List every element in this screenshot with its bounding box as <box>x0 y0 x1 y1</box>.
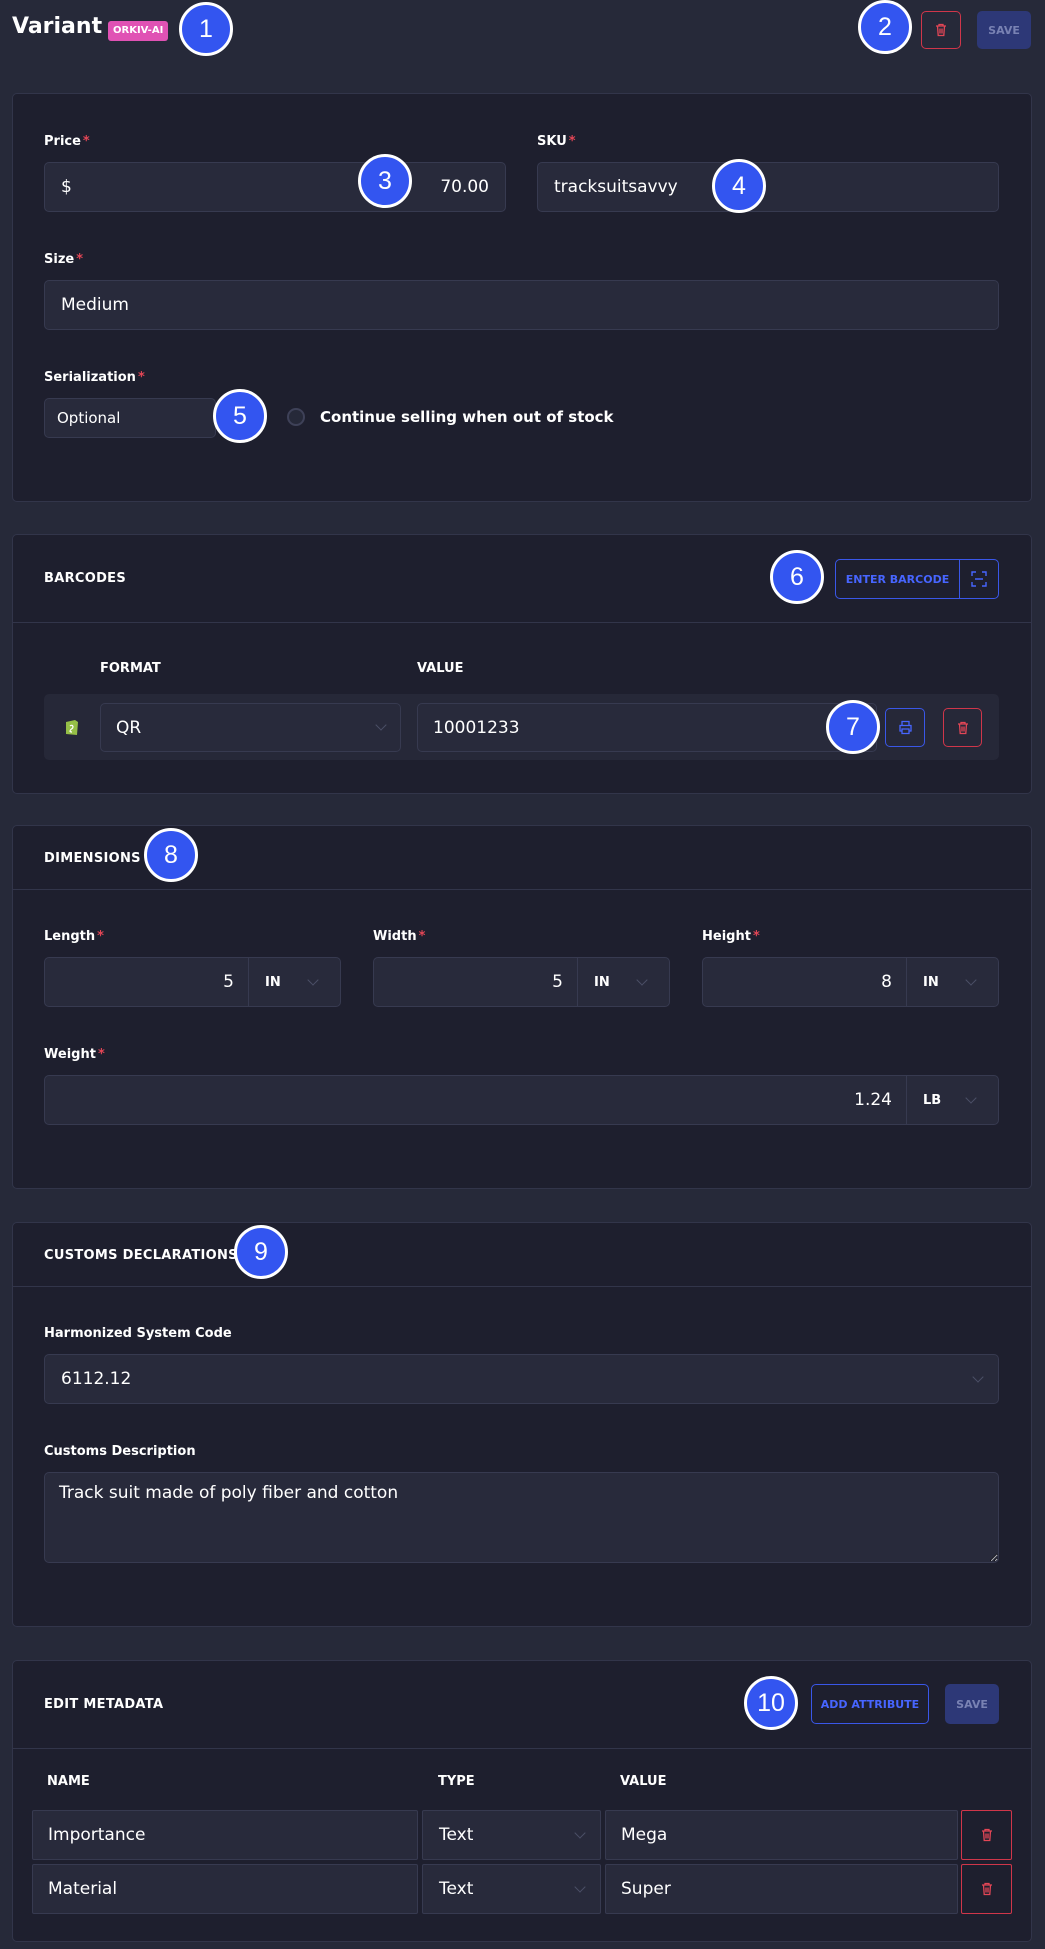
metadata-type-select[interactable]: Text <box>422 1810 601 1860</box>
serialization-label: Serialization * <box>44 370 145 385</box>
height-input[interactable]: 8 IN <box>702 957 999 1007</box>
metadata-title: EDIT METADATA <box>44 1697 164 1712</box>
chevron-down-icon <box>375 719 387 731</box>
metadata-type-header: TYPE <box>438 1774 475 1789</box>
length-label: Length * <box>44 929 104 944</box>
customs-description-textarea[interactable]: Track suit made of poly fiber and cotton <box>44 1472 999 1563</box>
print-barcode-button[interactable] <box>885 708 925 747</box>
serialization-select[interactable]: Optional <box>44 398 216 438</box>
weight-input[interactable]: 1.24 LB <box>44 1075 999 1125</box>
continue-selling-toggle[interactable] <box>287 408 305 426</box>
chevron-down-icon <box>574 1826 586 1839</box>
price-label: Price * <box>44 134 90 149</box>
marker-5: 5 <box>213 389 267 443</box>
metadata-name-input[interactable]: Importance <box>32 1810 418 1860</box>
hs-code-label: Harmonized System Code <box>44 1326 232 1341</box>
continue-selling-label: Continue selling when out of stock <box>320 408 614 426</box>
trash-icon <box>981 1828 992 1842</box>
metadata-divider <box>13 1748 1031 1749</box>
sku-label: SKU * <box>537 134 576 149</box>
chevron-down-icon <box>636 973 648 986</box>
width-input[interactable]: 5 IN <box>373 957 670 1007</box>
trash-icon <box>957 721 968 734</box>
shopify-icon <box>66 720 78 735</box>
barcodes-divider <box>13 622 1031 623</box>
height-label: Height * <box>702 929 760 944</box>
marker-10: 10 <box>744 1676 798 1730</box>
chevron-down-icon <box>972 1370 984 1383</box>
delete-metadata-button[interactable] <box>961 1810 1012 1860</box>
width-unit-select[interactable]: IN <box>578 975 638 990</box>
chevron-down-icon <box>574 1880 586 1893</box>
currency-symbol: $ <box>61 177 72 197</box>
marker-1: 1 <box>179 2 233 56</box>
trash-icon <box>936 23 946 37</box>
customs-description-label: Customs Description <box>44 1444 196 1459</box>
scan-icon <box>971 571 987 587</box>
customs-title: CUSTOMS DECLARATIONS <box>44 1248 238 1263</box>
customs-divider <box>13 1286 1031 1287</box>
page-title: Variant <box>12 14 103 39</box>
marker-4: 4 <box>712 159 766 213</box>
metadata-name-input[interactable]: Material <box>32 1864 418 1914</box>
marker-8: 8 <box>144 828 198 882</box>
dimensions-title: DIMENSIONS <box>44 851 141 866</box>
delete-metadata-button[interactable] <box>961 1864 1012 1914</box>
sku-input[interactable]: tracksuitsavvy <box>537 162 999 212</box>
weight-unit-select[interactable]: LB <box>907 1093 967 1108</box>
ai-badge: ORKIV-AI <box>108 21 169 41</box>
trash-icon <box>981 1882 992 1896</box>
marker-2: 2 <box>858 0 912 54</box>
weight-label: Weight * <box>44 1047 105 1062</box>
metadata-value-header: VALUE <box>620 1774 667 1789</box>
dimensions-divider <box>13 889 1031 890</box>
barcode-format-select[interactable]: QR <box>100 703 401 752</box>
chevron-down-icon <box>965 973 977 986</box>
size-input[interactable]: Medium <box>44 280 999 330</box>
barcodes-title: BARCODES <box>44 571 127 586</box>
height-unit-select[interactable]: IN <box>907 975 967 990</box>
marker-3: 3 <box>358 154 412 208</box>
price-value: 70.00 <box>440 177 489 197</box>
delete-barcode-button[interactable] <box>943 708 982 747</box>
size-label: Size * <box>44 252 84 267</box>
scan-barcode-button[interactable] <box>959 559 999 599</box>
barcode-format-header: FORMAT <box>100 661 161 676</box>
enter-barcode-button[interactable]: ENTER BARCODE <box>835 559 960 599</box>
marker-9: 9 <box>234 1225 288 1279</box>
save-button[interactable]: SAVE <box>977 11 1031 49</box>
add-attribute-button[interactable]: ADD ATTRIBUTE <box>811 1684 929 1724</box>
length-input[interactable]: 5 IN <box>44 957 341 1007</box>
customs-card <box>12 1222 1032 1627</box>
delete-variant-button[interactable] <box>921 11 961 49</box>
metadata-type-select[interactable]: Text <box>422 1864 601 1914</box>
hs-code-select[interactable]: 6112.12 <box>44 1354 999 1404</box>
metadata-save-button[interactable]: SAVE <box>945 1684 999 1724</box>
marker-6: 6 <box>770 550 824 604</box>
length-unit-select[interactable]: IN <box>249 975 309 990</box>
barcode-value-input[interactable]: 10001233 <box>417 703 877 752</box>
metadata-value-input[interactable]: Mega <box>605 1810 958 1860</box>
width-label: Width * <box>373 929 426 944</box>
metadata-name-header: NAME <box>47 1774 90 1789</box>
barcode-value-header: VALUE <box>417 661 464 676</box>
metadata-value-input[interactable]: Super <box>605 1864 958 1914</box>
marker-7: 7 <box>826 700 880 754</box>
printer-icon <box>898 720 912 735</box>
price-input[interactable]: $ 70.00 <box>44 162 506 212</box>
chevron-down-icon <box>307 973 319 986</box>
chevron-down-icon <box>965 1091 977 1104</box>
